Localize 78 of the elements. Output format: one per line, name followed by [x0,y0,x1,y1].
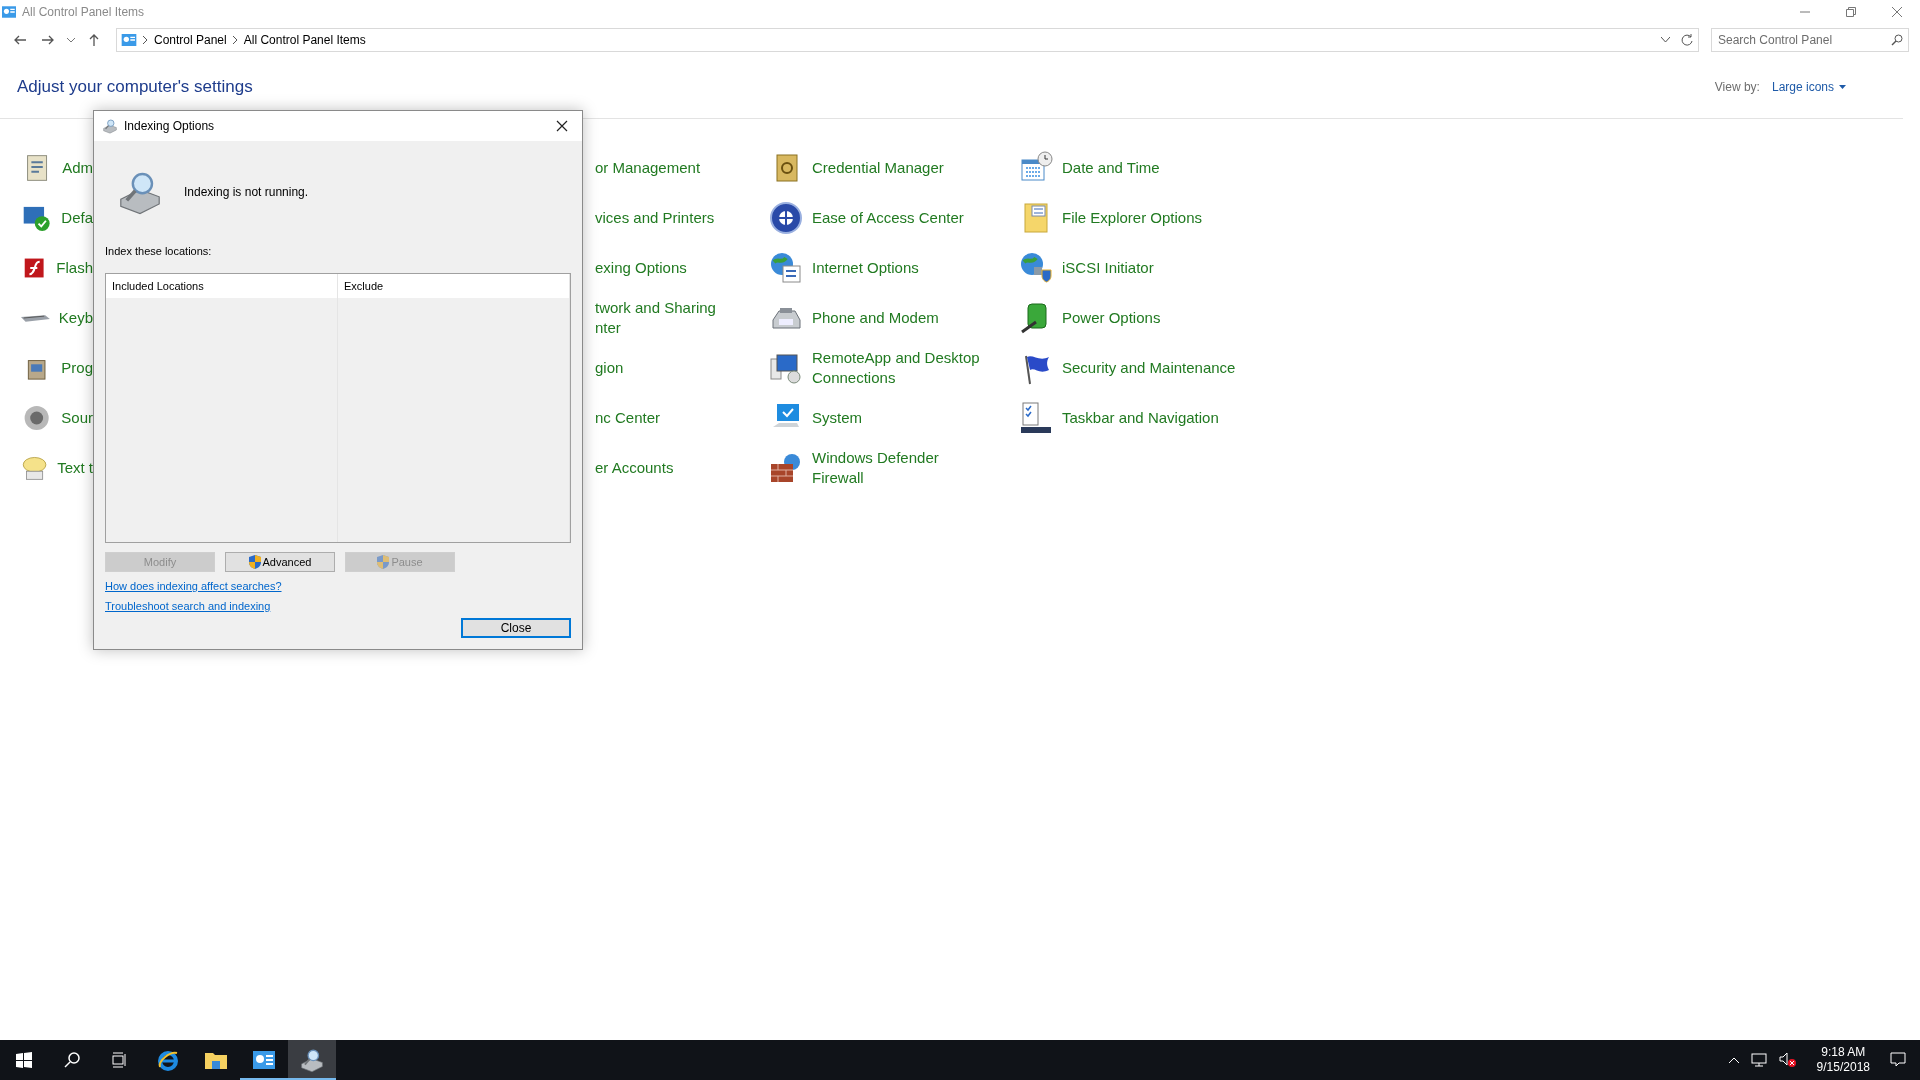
control-panel-item[interactable]: or Management [595,158,701,178]
minimize-icon [1800,11,1810,13]
search-field[interactable]: Search Control Panel [1711,28,1909,52]
control-panel-item[interactable]: Adm [62,158,93,178]
control-panel-item[interactable]: Text t [57,458,93,478]
control-panel-item[interactable]: iSCSI Initiator [1062,258,1154,278]
control-panel-item[interactable]: Ease of Access Center [812,208,964,228]
control-panel-item[interactable]: Security and Maintenance [1062,358,1236,378]
search-icon [64,1052,80,1068]
locations-label: Index these locations: [105,245,213,257]
status-text: Indexing is not running. [184,185,309,199]
dropdown-icon[interactable] [1661,37,1670,43]
control-panel-item[interactable]: nc Center [595,408,661,428]
browser-icon [157,1049,179,1071]
dialog-button[interactable]: Advanced [225,552,335,572]
control-panel-item[interactable]: vices and Printers [595,208,715,228]
column-header[interactable]: Exclude [338,274,570,298]
refresh-icon[interactable] [1680,33,1694,47]
clock-date[interactable]: 9/15/2018 [1816,1060,1870,1075]
control-panel-item[interactable]: exing Options [595,258,687,278]
control-panel-item[interactable]: Defa [61,208,93,228]
windows-icon [16,1052,32,1068]
globe-checklist-icon [768,250,804,286]
address-bar[interactable]: Control Panel All Control Panel Items [116,28,1699,52]
breadcrumb[interactable]: All Control Panel Items [243,33,366,47]
page-heading: Adjust your computer's settings [17,77,253,97]
breadcrumb[interactable]: Control Panel [154,33,227,47]
control-panel-item[interactable]: Windows Defender Firewall [812,448,939,488]
chevron-icon [232,36,238,44]
chevron-icon [143,36,148,44]
globe-shield-icon [1018,250,1054,286]
chevron-up-icon[interactable] [1728,1057,1739,1063]
column-header[interactable]: Included Locations [106,274,338,298]
view-by-dropdown[interactable]: Large icons [1771,80,1846,94]
control-panel-item[interactable]: Date and Time [1062,158,1160,178]
clock-time[interactable]: 9:18 AM [1821,1045,1866,1060]
task-view-icon [112,1052,128,1068]
checklist-icon [1018,400,1054,436]
close-icon [556,120,568,132]
control-panel-item[interactable]: Sour [61,408,93,428]
arrow-right-icon [42,35,54,45]
notification-icon[interactable] [1890,1052,1906,1068]
control-panel-item[interactable]: System [812,408,862,428]
control-panel-item[interactable]: Credential Manager [812,158,944,178]
accessibility-icon [768,200,804,236]
control-panel-icon [121,34,137,46]
control-panel-item[interactable]: File Explorer Options [1062,208,1203,228]
control-panel-item[interactable]: Taskbar and Navigation [1062,408,1219,428]
network-icon[interactable] [1750,1053,1767,1067]
control-panel-item[interactable]: Flash [56,258,93,278]
close-icon [1892,7,1902,17]
view-by-label: View by: [1714,80,1760,94]
help-link[interactable]: Troubleshoot search and indexing [105,600,271,612]
folder-icon [205,1051,227,1069]
close-dialog-button[interactable]: Close [461,618,571,638]
arrow-left-icon [14,35,26,45]
restore-icon [1846,7,1856,17]
speaker-muted-icon[interactable] [1778,1052,1797,1068]
control-panel-item[interactable]: gion [595,358,624,378]
chevron-down-icon [67,37,75,43]
control-panel-item[interactable]: Phone and Modem [812,308,939,328]
control-panel-item[interactable]: Keyb [58,308,93,328]
dialog-title: Indexing Options [124,119,215,133]
control-panel-item[interactable]: Prog [61,358,93,378]
indexing-icon [299,1047,325,1073]
window-title: All Control Panel Items [22,5,145,19]
control-panel-icon [253,1051,275,1069]
control-panel-item[interactable]: Power Options [1062,308,1161,328]
control-panel-item[interactable]: RemoteApp and Desktop Connections [812,348,980,388]
control-panel-item[interactable]: twork and Sharing nter [595,298,716,338]
taskbar-button[interactable] [288,1040,336,1080]
indexing-icon [102,118,118,134]
search-icon [1891,34,1903,46]
arrow-up-icon [89,34,99,46]
help-link[interactable]: How does indexing affect searches? [105,580,282,592]
caret-icon [1839,85,1846,89]
control-panel-item[interactable]: Internet Options [812,258,919,278]
control-panel-item[interactable]: er Accounts [595,458,674,478]
